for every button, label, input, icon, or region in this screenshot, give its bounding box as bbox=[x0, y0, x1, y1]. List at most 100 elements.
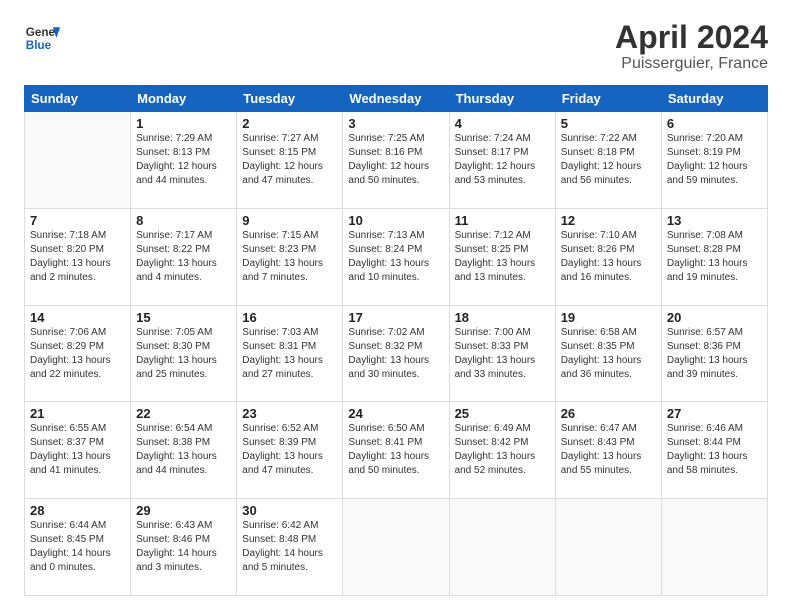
calendar-cell: 3Sunrise: 7:25 AM Sunset: 8:16 PM Daylig… bbox=[343, 112, 449, 209]
calendar-cell bbox=[449, 499, 555, 596]
calendar-cell bbox=[555, 499, 661, 596]
title-block: April 2024 Puisserguier, France bbox=[615, 20, 768, 73]
col-header-friday: Friday bbox=[555, 86, 661, 112]
day-info: Sunrise: 6:42 AM Sunset: 8:48 PM Dayligh… bbox=[242, 519, 337, 575]
day-info: Sunrise: 7:29 AM Sunset: 8:13 PM Dayligh… bbox=[136, 132, 231, 188]
day-info: Sunrise: 7:05 AM Sunset: 8:30 PM Dayligh… bbox=[136, 326, 231, 382]
calendar-cell: 16Sunrise: 7:03 AM Sunset: 8:31 PM Dayli… bbox=[237, 305, 343, 402]
calendar-cell: 19Sunrise: 6:58 AM Sunset: 8:35 PM Dayli… bbox=[555, 305, 661, 402]
day-number: 1 bbox=[136, 116, 231, 131]
day-info: Sunrise: 7:10 AM Sunset: 8:26 PM Dayligh… bbox=[561, 229, 656, 285]
day-info: Sunrise: 6:46 AM Sunset: 8:44 PM Dayligh… bbox=[667, 422, 762, 478]
day-info: Sunrise: 7:17 AM Sunset: 8:22 PM Dayligh… bbox=[136, 229, 231, 285]
calendar-cell: 22Sunrise: 6:54 AM Sunset: 8:38 PM Dayli… bbox=[131, 402, 237, 499]
day-info: Sunrise: 7:03 AM Sunset: 8:31 PM Dayligh… bbox=[242, 326, 337, 382]
day-info: Sunrise: 7:02 AM Sunset: 8:32 PM Dayligh… bbox=[348, 326, 443, 382]
day-number: 16 bbox=[242, 310, 337, 325]
calendar-cell: 10Sunrise: 7:13 AM Sunset: 8:24 PM Dayli… bbox=[343, 208, 449, 305]
day-info: Sunrise: 6:57 AM Sunset: 8:36 PM Dayligh… bbox=[667, 326, 762, 382]
header: General Blue April 2024 Puisserguier, Fr… bbox=[24, 20, 768, 73]
calendar-cell: 27Sunrise: 6:46 AM Sunset: 8:44 PM Dayli… bbox=[661, 402, 767, 499]
calendar-cell: 1Sunrise: 7:29 AM Sunset: 8:13 PM Daylig… bbox=[131, 112, 237, 209]
day-number: 10 bbox=[348, 213, 443, 228]
day-number: 20 bbox=[667, 310, 762, 325]
week-row-2: 7Sunrise: 7:18 AM Sunset: 8:20 PM Daylig… bbox=[25, 208, 768, 305]
day-info: Sunrise: 7:15 AM Sunset: 8:23 PM Dayligh… bbox=[242, 229, 337, 285]
day-info: Sunrise: 6:54 AM Sunset: 8:38 PM Dayligh… bbox=[136, 422, 231, 478]
day-info: Sunrise: 6:44 AM Sunset: 8:45 PM Dayligh… bbox=[30, 519, 125, 575]
day-info: Sunrise: 7:13 AM Sunset: 8:24 PM Dayligh… bbox=[348, 229, 443, 285]
calendar-cell: 9Sunrise: 7:15 AM Sunset: 8:23 PM Daylig… bbox=[237, 208, 343, 305]
day-number: 24 bbox=[348, 406, 443, 421]
day-info: Sunrise: 7:24 AM Sunset: 8:17 PM Dayligh… bbox=[455, 132, 550, 188]
day-number: 7 bbox=[30, 213, 125, 228]
calendar-cell: 15Sunrise: 7:05 AM Sunset: 8:30 PM Dayli… bbox=[131, 305, 237, 402]
day-number: 21 bbox=[30, 406, 125, 421]
svg-text:Blue: Blue bbox=[26, 39, 52, 52]
calendar-cell bbox=[661, 499, 767, 596]
day-info: Sunrise: 6:55 AM Sunset: 8:37 PM Dayligh… bbox=[30, 422, 125, 478]
calendar-cell: 28Sunrise: 6:44 AM Sunset: 8:45 PM Dayli… bbox=[25, 499, 131, 596]
day-number: 29 bbox=[136, 503, 231, 518]
calendar-cell: 11Sunrise: 7:12 AM Sunset: 8:25 PM Dayli… bbox=[449, 208, 555, 305]
calendar-cell: 13Sunrise: 7:08 AM Sunset: 8:28 PM Dayli… bbox=[661, 208, 767, 305]
day-number: 18 bbox=[455, 310, 550, 325]
day-number: 4 bbox=[455, 116, 550, 131]
header-row: SundayMondayTuesdayWednesdayThursdayFrid… bbox=[25, 86, 768, 112]
day-number: 27 bbox=[667, 406, 762, 421]
day-number: 6 bbox=[667, 116, 762, 131]
day-number: 25 bbox=[455, 406, 550, 421]
day-info: Sunrise: 6:58 AM Sunset: 8:35 PM Dayligh… bbox=[561, 326, 656, 382]
day-number: 19 bbox=[561, 310, 656, 325]
day-number: 9 bbox=[242, 213, 337, 228]
day-info: Sunrise: 6:47 AM Sunset: 8:43 PM Dayligh… bbox=[561, 422, 656, 478]
week-row-3: 14Sunrise: 7:06 AM Sunset: 8:29 PM Dayli… bbox=[25, 305, 768, 402]
day-info: Sunrise: 6:52 AM Sunset: 8:39 PM Dayligh… bbox=[242, 422, 337, 478]
col-header-sunday: Sunday bbox=[25, 86, 131, 112]
calendar-cell: 6Sunrise: 7:20 AM Sunset: 8:19 PM Daylig… bbox=[661, 112, 767, 209]
day-number: 5 bbox=[561, 116, 656, 131]
week-row-1: 1Sunrise: 7:29 AM Sunset: 8:13 PM Daylig… bbox=[25, 112, 768, 209]
calendar-cell: 8Sunrise: 7:17 AM Sunset: 8:22 PM Daylig… bbox=[131, 208, 237, 305]
day-number: 12 bbox=[561, 213, 656, 228]
day-info: Sunrise: 7:27 AM Sunset: 8:15 PM Dayligh… bbox=[242, 132, 337, 188]
day-info: Sunrise: 7:18 AM Sunset: 8:20 PM Dayligh… bbox=[30, 229, 125, 285]
day-number: 3 bbox=[348, 116, 443, 131]
calendar-cell: 14Sunrise: 7:06 AM Sunset: 8:29 PM Dayli… bbox=[25, 305, 131, 402]
week-row-5: 28Sunrise: 6:44 AM Sunset: 8:45 PM Dayli… bbox=[25, 499, 768, 596]
day-number: 26 bbox=[561, 406, 656, 421]
calendar-cell: 4Sunrise: 7:24 AM Sunset: 8:17 PM Daylig… bbox=[449, 112, 555, 209]
day-info: Sunrise: 7:00 AM Sunset: 8:33 PM Dayligh… bbox=[455, 326, 550, 382]
calendar-cell: 2Sunrise: 7:27 AM Sunset: 8:15 PM Daylig… bbox=[237, 112, 343, 209]
calendar-cell: 20Sunrise: 6:57 AM Sunset: 8:36 PM Dayli… bbox=[661, 305, 767, 402]
calendar-cell bbox=[25, 112, 131, 209]
day-number: 23 bbox=[242, 406, 337, 421]
day-number: 15 bbox=[136, 310, 231, 325]
day-number: 8 bbox=[136, 213, 231, 228]
day-number: 28 bbox=[30, 503, 125, 518]
logo-icon: General Blue bbox=[24, 20, 60, 56]
day-info: Sunrise: 7:20 AM Sunset: 8:19 PM Dayligh… bbox=[667, 132, 762, 188]
week-row-4: 21Sunrise: 6:55 AM Sunset: 8:37 PM Dayli… bbox=[25, 402, 768, 499]
day-info: Sunrise: 7:06 AM Sunset: 8:29 PM Dayligh… bbox=[30, 326, 125, 382]
location: Puisserguier, France bbox=[615, 55, 768, 73]
day-info: Sunrise: 7:12 AM Sunset: 8:25 PM Dayligh… bbox=[455, 229, 550, 285]
day-number: 17 bbox=[348, 310, 443, 325]
calendar-cell: 25Sunrise: 6:49 AM Sunset: 8:42 PM Dayli… bbox=[449, 402, 555, 499]
calendar-cell: 29Sunrise: 6:43 AM Sunset: 8:46 PM Dayli… bbox=[131, 499, 237, 596]
day-number: 13 bbox=[667, 213, 762, 228]
calendar-cell: 21Sunrise: 6:55 AM Sunset: 8:37 PM Dayli… bbox=[25, 402, 131, 499]
calendar-cell: 23Sunrise: 6:52 AM Sunset: 8:39 PM Dayli… bbox=[237, 402, 343, 499]
day-number: 14 bbox=[30, 310, 125, 325]
logo: General Blue bbox=[24, 20, 60, 56]
calendar-cell: 30Sunrise: 6:42 AM Sunset: 8:48 PM Dayli… bbox=[237, 499, 343, 596]
day-info: Sunrise: 6:43 AM Sunset: 8:46 PM Dayligh… bbox=[136, 519, 231, 575]
calendar-cell bbox=[343, 499, 449, 596]
col-header-tuesday: Tuesday bbox=[237, 86, 343, 112]
calendar-cell: 7Sunrise: 7:18 AM Sunset: 8:20 PM Daylig… bbox=[25, 208, 131, 305]
day-info: Sunrise: 6:49 AM Sunset: 8:42 PM Dayligh… bbox=[455, 422, 550, 478]
calendar-cell: 24Sunrise: 6:50 AM Sunset: 8:41 PM Dayli… bbox=[343, 402, 449, 499]
calendar-cell: 12Sunrise: 7:10 AM Sunset: 8:26 PM Dayli… bbox=[555, 208, 661, 305]
col-header-monday: Monday bbox=[131, 86, 237, 112]
day-number: 11 bbox=[455, 213, 550, 228]
